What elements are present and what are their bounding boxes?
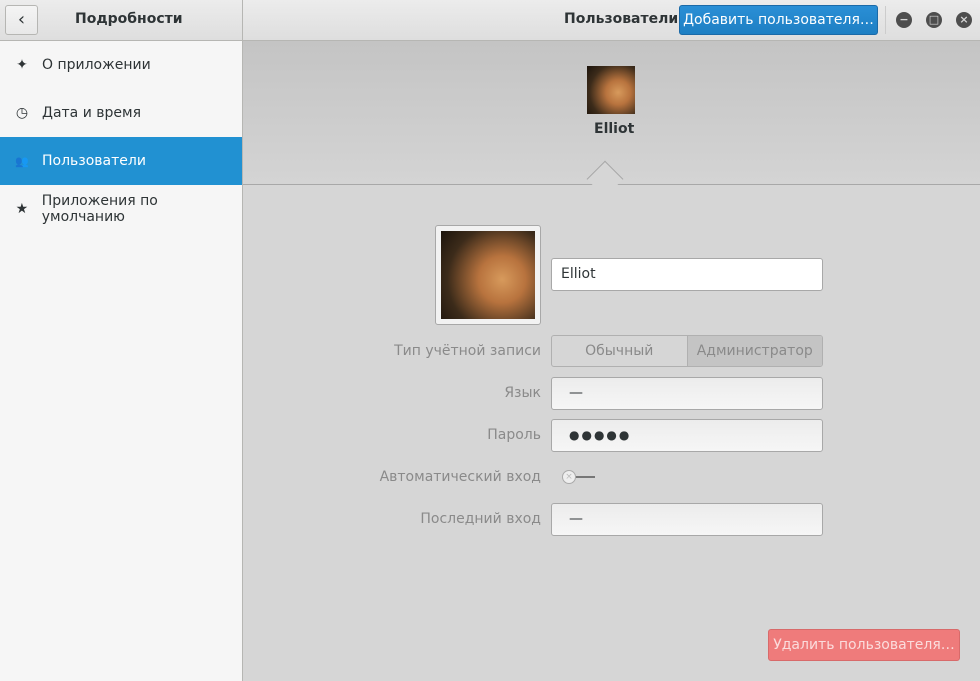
account-type-toggle[interactable]: Обычный Администратор	[551, 335, 823, 367]
autologin-switch[interactable]: ×	[560, 469, 596, 485]
sidebar-item-label: Приложения по умолчанию	[41, 193, 158, 225]
minimize-icon[interactable]: −	[896, 12, 912, 28]
user-avatar-button[interactable]	[435, 225, 541, 325]
delete-user-button[interactable]: Удалить пользователя…	[768, 629, 960, 661]
sidebar-item-users[interactable]: 👥 Пользователи	[0, 137, 242, 185]
users-icon: 👥	[15, 154, 29, 168]
close-icon[interactable]: ×	[956, 12, 972, 28]
last-login-label: Последний вход	[420, 511, 541, 527]
divider	[885, 6, 886, 34]
account-type-standard[interactable]: Обычный	[552, 336, 687, 366]
user-list-name[interactable]: Elliot	[594, 121, 634, 137]
star-icon: ★	[15, 201, 29, 217]
sidebar: ✦ О приложении ◷ Дата и время 👥 Пользовател…	[0, 41, 242, 681]
sidebar-item-default-apps[interactable]: ★ Приложения по умолчанию	[0, 185, 242, 233]
sidebar-item-label: О приложении	[42, 57, 151, 73]
sidebar-item-label: Пользователи	[42, 153, 146, 169]
sidebar-item-about[interactable]: ✦ О приложении	[0, 41, 242, 89]
add-user-button[interactable]: Добавить пользователя…	[679, 5, 878, 35]
clock-icon: ◷	[15, 105, 29, 121]
name-field[interactable]: Elliot	[551, 258, 823, 291]
avatar	[441, 231, 535, 319]
chevron-left-icon: ‹	[17, 9, 26, 30]
user-avatar-small[interactable]	[587, 66, 635, 114]
sidebar-title: Подробности	[75, 11, 183, 27]
last-login-button[interactable]: —	[551, 503, 823, 536]
account-type-label: Тип учётной записи	[394, 343, 541, 359]
password-label: Пароль	[487, 427, 541, 443]
language-button[interactable]: —	[551, 377, 823, 410]
language-label: Язык	[504, 385, 541, 401]
sidebar-item-datetime[interactable]: ◷ Дата и время	[0, 89, 242, 137]
maximize-icon[interactable]: □	[926, 12, 942, 28]
sparkle-icon: ✦	[16, 57, 28, 73]
sidebar-item-label: Дата и время	[42, 105, 141, 121]
page-title: Пользователи	[564, 11, 679, 27]
account-type-admin[interactable]: Администратор	[686, 336, 822, 366]
password-button[interactable]: ●●●●●	[551, 419, 823, 452]
back-button[interactable]: ‹	[5, 5, 38, 35]
autologin-label: Автоматический вход	[379, 469, 541, 485]
